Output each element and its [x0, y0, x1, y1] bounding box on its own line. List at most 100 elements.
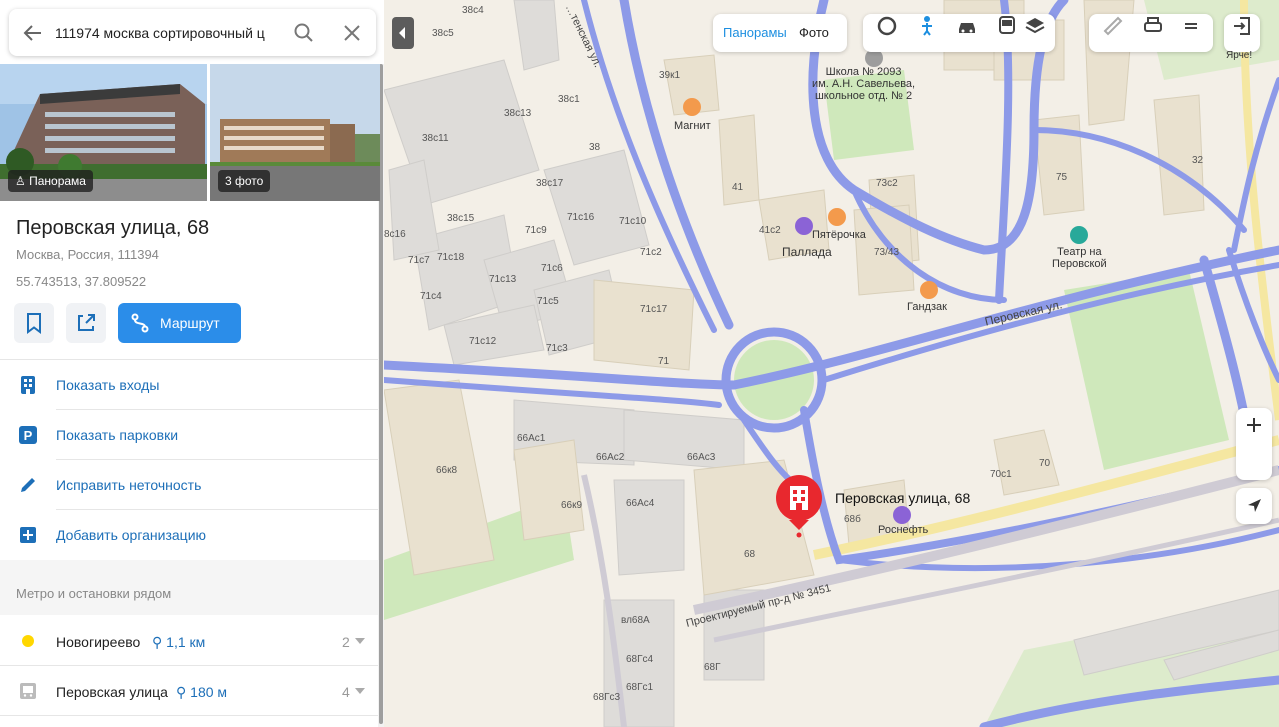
- building-number-label: 38с11: [422, 133, 449, 144]
- collapse-sidebar-button[interactable]: [392, 17, 414, 49]
- add-organization-label: Добавить организацию: [56, 527, 207, 543]
- map-canvas[interactable]: 38с4 38с5 39к1 38с1 38с13 38с11 38 38с17 38с15 71…: [384, 0, 1279, 727]
- poi-magnit-label: Магнит: [674, 120, 711, 132]
- login-icon[interactable]: [1230, 14, 1254, 38]
- menu-icon[interactable]: [1179, 14, 1203, 38]
- fix-inaccuracy-action[interactable]: Исправить неточность: [0, 460, 378, 510]
- layer-controls: [863, 14, 1055, 52]
- tab-photo[interactable]: Фото: [799, 25, 829, 40]
- nearby-item-metro[interactable]: Новогиреево ⚲ 1,1 км 2: [0, 616, 378, 666]
- clear-icon[interactable]: [340, 21, 364, 45]
- building-number-label: 70: [1039, 458, 1051, 469]
- building-number-label: 68б: [844, 514, 861, 525]
- chevron-down-icon[interactable]: [355, 688, 365, 694]
- svg-text:P: P: [24, 428, 33, 443]
- divider: [0, 715, 378, 716]
- building-number-label: 38с1: [558, 94, 580, 105]
- layers-icon[interactable]: [1023, 14, 1047, 38]
- panorama-badge[interactable]: ♙ Панорама: [8, 170, 93, 192]
- place-subtitle: Москва, Россия, 111394: [16, 247, 159, 262]
- place-coordinates[interactable]: 55.743513, 37.809522: [16, 274, 146, 289]
- building-number-label: 71с17: [640, 304, 668, 315]
- back-arrow-icon[interactable]: [21, 21, 45, 45]
- building-number-label: вл68А: [621, 615, 650, 626]
- chevron-down-icon[interactable]: [355, 638, 365, 644]
- street-photo[interactable]: 3 фото: [210, 64, 380, 201]
- place-title: Перовская улица, 68: [16, 217, 210, 239]
- building-number-label: 73с2: [876, 178, 898, 189]
- bus-icon[interactable]: [995, 14, 1019, 38]
- building-number-label: 71: [658, 356, 670, 367]
- route-icon: [131, 313, 149, 333]
- building-number-label: 68: [744, 549, 756, 560]
- bookmark-button[interactable]: [14, 303, 54, 343]
- add-organization-action[interactable]: Добавить организацию: [0, 510, 378, 560]
- zoom-out-button[interactable]: [1236, 408, 1272, 442]
- station-name: Новогиреево: [56, 634, 141, 650]
- building-number-label: 8с16: [384, 229, 406, 240]
- poi-school-text: Школа № 2093 им. А.Н. Савельева, школьно…: [812, 66, 916, 102]
- building-number-label: 39к1: [659, 70, 681, 81]
- parking-icon: P: [19, 426, 37, 444]
- route-button[interactable]: Маршрут: [118, 303, 241, 343]
- walk-icon: ⚲: [152, 634, 167, 650]
- bookmark-icon: [27, 313, 41, 334]
- search-icon[interactable]: [292, 21, 316, 45]
- building-number-label: 71с12: [469, 336, 497, 347]
- building-number-label: 71с13: [489, 274, 517, 285]
- building-number-label: 66Ас4: [626, 498, 655, 509]
- station-count: 2: [342, 634, 350, 650]
- station-count: 4: [342, 684, 350, 700]
- building-number-label: 71с18: [437, 252, 465, 263]
- building-number-label: 66Ас2: [596, 452, 625, 463]
- building-number-label: 38с13: [504, 108, 532, 119]
- login-control: [1224, 14, 1260, 52]
- route-button-label: Маршрут: [160, 315, 220, 331]
- search-input[interactable]: [55, 21, 275, 45]
- print-icon[interactable]: [1141, 14, 1165, 38]
- tab-panoramas[interactable]: Панорамы: [723, 25, 787, 40]
- building-number-label: 71с2: [640, 247, 662, 258]
- share-button[interactable]: [66, 303, 106, 343]
- building-number-label: 41: [732, 182, 744, 193]
- poi-gandzak-label: Гандзак: [907, 301, 947, 313]
- building-number-label: 68Гс3: [593, 692, 621, 703]
- share-icon: [78, 314, 95, 331]
- building-number-label: 71с5: [537, 296, 559, 307]
- tools-controls: [1089, 14, 1213, 52]
- building-number-label: 66Ас1: [517, 433, 546, 444]
- building-number-label: 70с1: [990, 469, 1012, 480]
- building-number-label: 71с6: [541, 263, 563, 274]
- panorama-photo-tabs: Панорамы Фото: [713, 14, 847, 52]
- search-box: [9, 9, 376, 56]
- photos-count-badge[interactable]: 3 фото: [218, 170, 271, 192]
- pin-label: Перовская улица, 68: [835, 490, 971, 506]
- show-parkings-action[interactable]: P Показать парковки: [0, 410, 378, 460]
- show-entrances-action[interactable]: Показать входы: [0, 360, 378, 410]
- sidebar: ♙ Панорама 3 фото Перовская улица, 68 Мо…: [0, 0, 384, 727]
- zoom-controls: [1236, 408, 1272, 480]
- station-distance: ⚲ 1,1 км: [152, 634, 205, 651]
- nearby-item-bus-stop[interactable]: Перовская улица ⚲ 180 м 4: [0, 666, 378, 716]
- panorama-badge-label: Панорама: [29, 174, 86, 188]
- metro-dot-icon: [22, 635, 34, 647]
- building-number-label: 71с7: [408, 255, 430, 266]
- building-number-label: 68Гс1: [626, 682, 654, 693]
- building-number-label: 73/43: [874, 247, 900, 258]
- building-number-label: 38с5: [432, 28, 454, 39]
- poi-theatre-label: Театр на Перовской: [1052, 246, 1107, 270]
- panorama-badge-icon: ♙: [15, 174, 30, 188]
- navigation-arrow-icon: [1248, 499, 1261, 512]
- ruler-icon[interactable]: [1101, 14, 1125, 38]
- traffic-icon[interactable]: [875, 14, 899, 38]
- building-number-label: 71с10: [619, 216, 647, 227]
- building-number-label: 38с4: [462, 5, 484, 16]
- panorama-person-icon[interactable]: [915, 14, 939, 38]
- locate-me-button[interactable]: [1236, 488, 1272, 524]
- building-number-label: 66Ас3: [687, 452, 716, 463]
- panorama-photo[interactable]: ♙ Панорама: [0, 64, 207, 201]
- walk-icon: ⚲: [176, 684, 191, 700]
- plus-square-icon: [20, 527, 36, 543]
- car-icon[interactable]: [955, 14, 979, 38]
- bus-stop-icon: [20, 683, 36, 699]
